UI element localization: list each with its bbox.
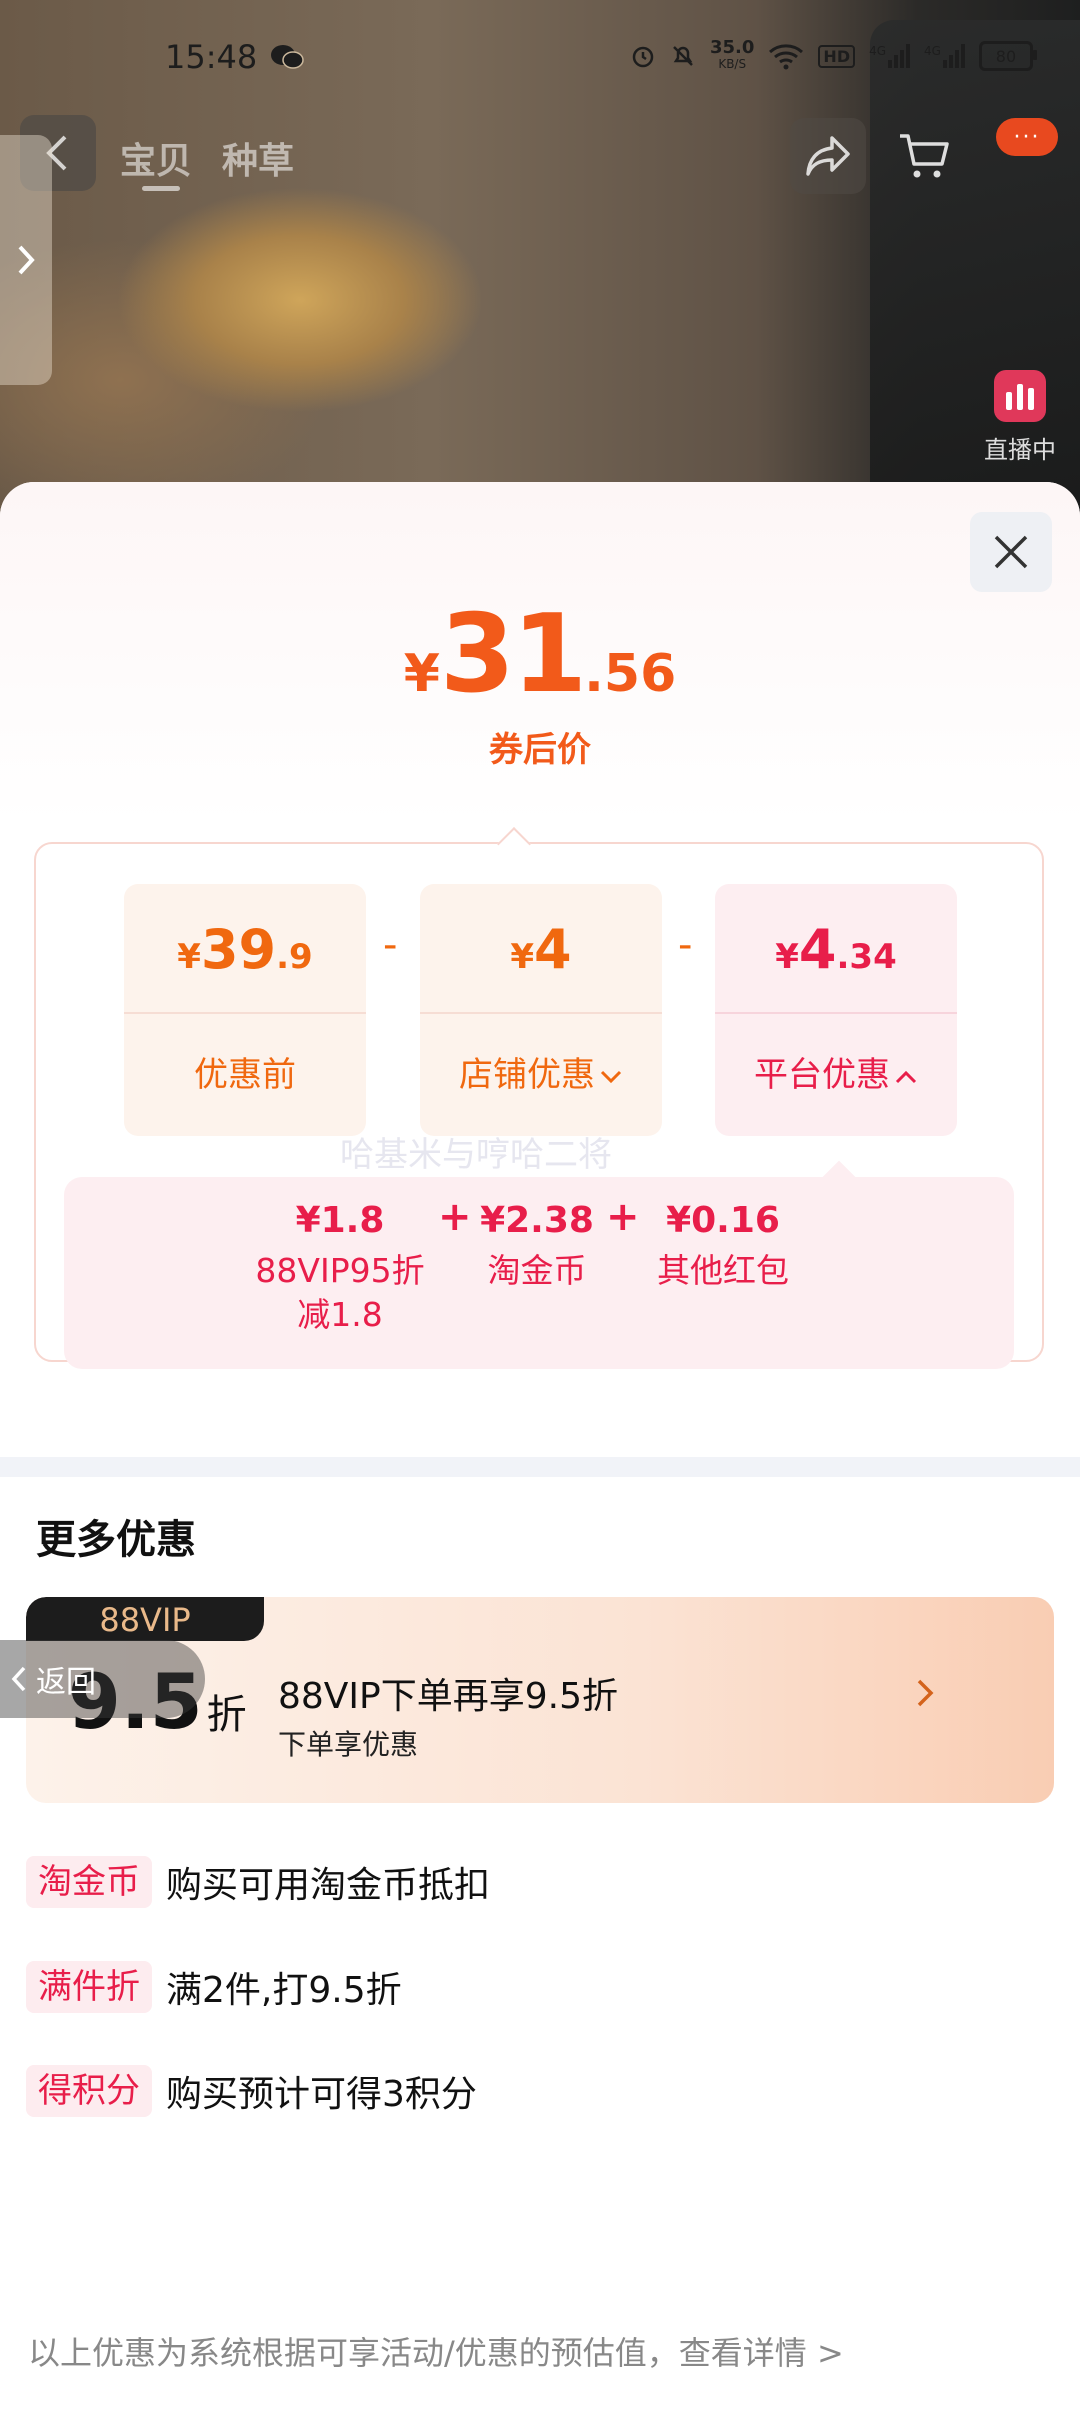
signal-icon: 4G <box>869 44 911 68</box>
store-discount-label: 店铺优惠 <box>459 1055 595 1095</box>
amount-decimal: .9 <box>276 937 313 977</box>
platform-discount-label-row: 平台优惠 <box>715 1014 957 1136</box>
net-speed-value: 35.0 <box>710 37 755 58</box>
perk-text: 满2件,打9.5折 <box>166 1970 402 2011</box>
original-price-amount: ¥39.9 <box>124 884 366 1014</box>
vip-badge: 88VIP <box>26 1597 264 1641</box>
more-badge[interactable]: ··· <box>996 118 1058 156</box>
platform-item-value: ¥1.8 <box>295 1200 385 1241</box>
store-discount-label-row: 店铺优惠 <box>420 1014 662 1136</box>
amount-integer: 39 <box>200 918 277 981</box>
platform-item-name: 88VIP95折 减1.8 <box>230 1249 450 1337</box>
vip-offer-title: 88VIP下单再享9.5折 <box>278 1676 619 1717</box>
section-divider <box>0 1457 1080 1477</box>
chevron-right-icon <box>917 1679 934 1707</box>
amount-integer: 4 <box>798 918 837 981</box>
mute-icon <box>673 46 693 66</box>
platform-item-name: 其他红包 <box>657 1251 789 1290</box>
platform-item-name-line2: 减1.8 <box>297 1295 383 1334</box>
watermark-text: 哈基米与哼哈二将 <box>340 1135 612 1175</box>
battery-icon: 80 <box>978 41 1037 71</box>
cart-icon <box>900 134 949 178</box>
platform-item-value: ¥2.38 <box>480 1200 594 1241</box>
final-price-currency: ¥ <box>403 644 440 704</box>
platform-item-name-line1: 88VIP95折 <box>255 1251 425 1290</box>
platform-item-vip: ¥1.8 88VIP95折 减1.8 <box>230 1200 450 1337</box>
perk-row-points: 得积分 购买预计可得3积分 <box>26 2065 477 2117</box>
status-icons: 35.0 KB/S HD 4G 4G 80 <box>630 37 1037 72</box>
chevron-left-icon <box>11 1666 26 1692</box>
platform-discount-label: 平台优惠 <box>754 1055 890 1095</box>
final-price-decimal: .56 <box>584 644 677 704</box>
chevron-right-icon <box>18 245 35 275</box>
platform-item-value: ¥0.16 <box>666 1200 780 1241</box>
signal-label-1: 4G <box>869 44 887 58</box>
net-speed-unit: KB/S <box>718 57 747 71</box>
close-icon <box>994 535 1028 569</box>
discount-sheet: ¥31.56 券后价 ¥39.9 优惠前 - ¥4 店铺优惠 - ¥4.34 平… <box>0 482 1080 2412</box>
hd-icon: HD <box>818 44 856 68</box>
tab-seeding[interactable]: 种草 <box>222 132 294 184</box>
final-price-label: 券后价 <box>489 730 591 770</box>
currency: ¥ <box>775 937 799 977</box>
more-offers-title: 更多优惠 <box>36 1517 196 1563</box>
perk-row-taojinbi: 淘金币 购买可用淘金币抵扣 <box>26 1856 490 1908</box>
currency: ¥ <box>177 937 201 977</box>
status-bar: 15:48 35.0 KB/S HD 4G 4G 80 <box>0 0 1080 120</box>
perk-tag: 得积分 <box>26 2065 152 2117</box>
original-price-label: 优惠前 <box>194 1055 296 1095</box>
perk-row-multibuy: 满件折 满2件,打9.5折 <box>26 1961 402 2013</box>
chevron-down-icon <box>600 1070 622 1083</box>
plus-sign: + <box>606 1194 640 1240</box>
live-icon <box>994 370 1046 422</box>
store-discount-card[interactable]: ¥4 店铺优惠 <box>420 884 662 1136</box>
final-price-integer: 31 <box>439 592 587 717</box>
amount-decimal: .34 <box>836 937 897 977</box>
perk-text: 购买预计可得3积分 <box>166 2074 477 2115</box>
wechat-icon <box>271 45 304 69</box>
live-button[interactable]: 直播中 <box>960 370 1080 490</box>
currency: ¥ <box>510 937 535 977</box>
minus-sign: - <box>678 922 693 968</box>
platform-item-taojinbi: ¥2.38 淘金币 <box>470 1200 604 1293</box>
perk-tag: 满件折 <box>26 1961 152 2013</box>
store-discount-amount: ¥4 <box>420 884 662 1014</box>
perk-tag: 淘金币 <box>26 1856 152 1908</box>
plus-sign: + <box>438 1194 472 1240</box>
vip-rate-unit: 折 <box>206 1692 247 1738</box>
platform-item-redpacket: ¥0.16 其他红包 <box>640 1200 806 1293</box>
share-button[interactable] <box>790 118 866 194</box>
platform-discount-card[interactable]: ¥4.34 平台优惠 <box>715 884 957 1136</box>
floating-back-button[interactable]: 返回 <box>0 1640 205 1718</box>
platform-discount-amount: ¥4.34 <box>715 884 957 1014</box>
final-price: ¥31.56 <box>0 592 1080 717</box>
perk-text: 购买可用淘金币抵扣 <box>166 1865 491 1906</box>
close-button[interactable] <box>970 512 1052 592</box>
amount-integer: 4 <box>534 918 572 981</box>
minus-sign: - <box>383 922 398 968</box>
active-tab-indicator <box>142 186 180 191</box>
floating-back-label: 返回 <box>36 1665 96 1700</box>
top-nav: 宝贝 种草 <box>0 110 1080 200</box>
vip-offer-subtitle: 下单享优惠 <box>278 1728 419 1761</box>
platform-item-name: 淘金币 <box>487 1251 587 1290</box>
live-label: 直播中 <box>984 436 1056 464</box>
signal-icon-2: 4G <box>924 44 965 68</box>
cart-button[interactable] <box>886 118 962 194</box>
alarm-icon <box>632 46 654 68</box>
battery-level: 80 <box>995 46 1017 66</box>
side-expand-tab[interactable] <box>0 135 52 385</box>
wifi-icon <box>769 44 804 70</box>
chevron-up-icon <box>895 1070 917 1083</box>
original-price-card: ¥39.9 优惠前 <box>124 884 366 1136</box>
net-speed: 35.0 KB/S <box>710 37 755 72</box>
view-details-link[interactable]: 以上优惠为系统根据可享活动/优惠的预估值，查看详情 > <box>28 2328 844 2374</box>
tab-product[interactable]: 宝贝 <box>120 132 192 184</box>
status-time: 15:48 <box>165 38 258 76</box>
signal-label-2: 4G <box>924 44 941 58</box>
share-icon <box>806 136 850 176</box>
